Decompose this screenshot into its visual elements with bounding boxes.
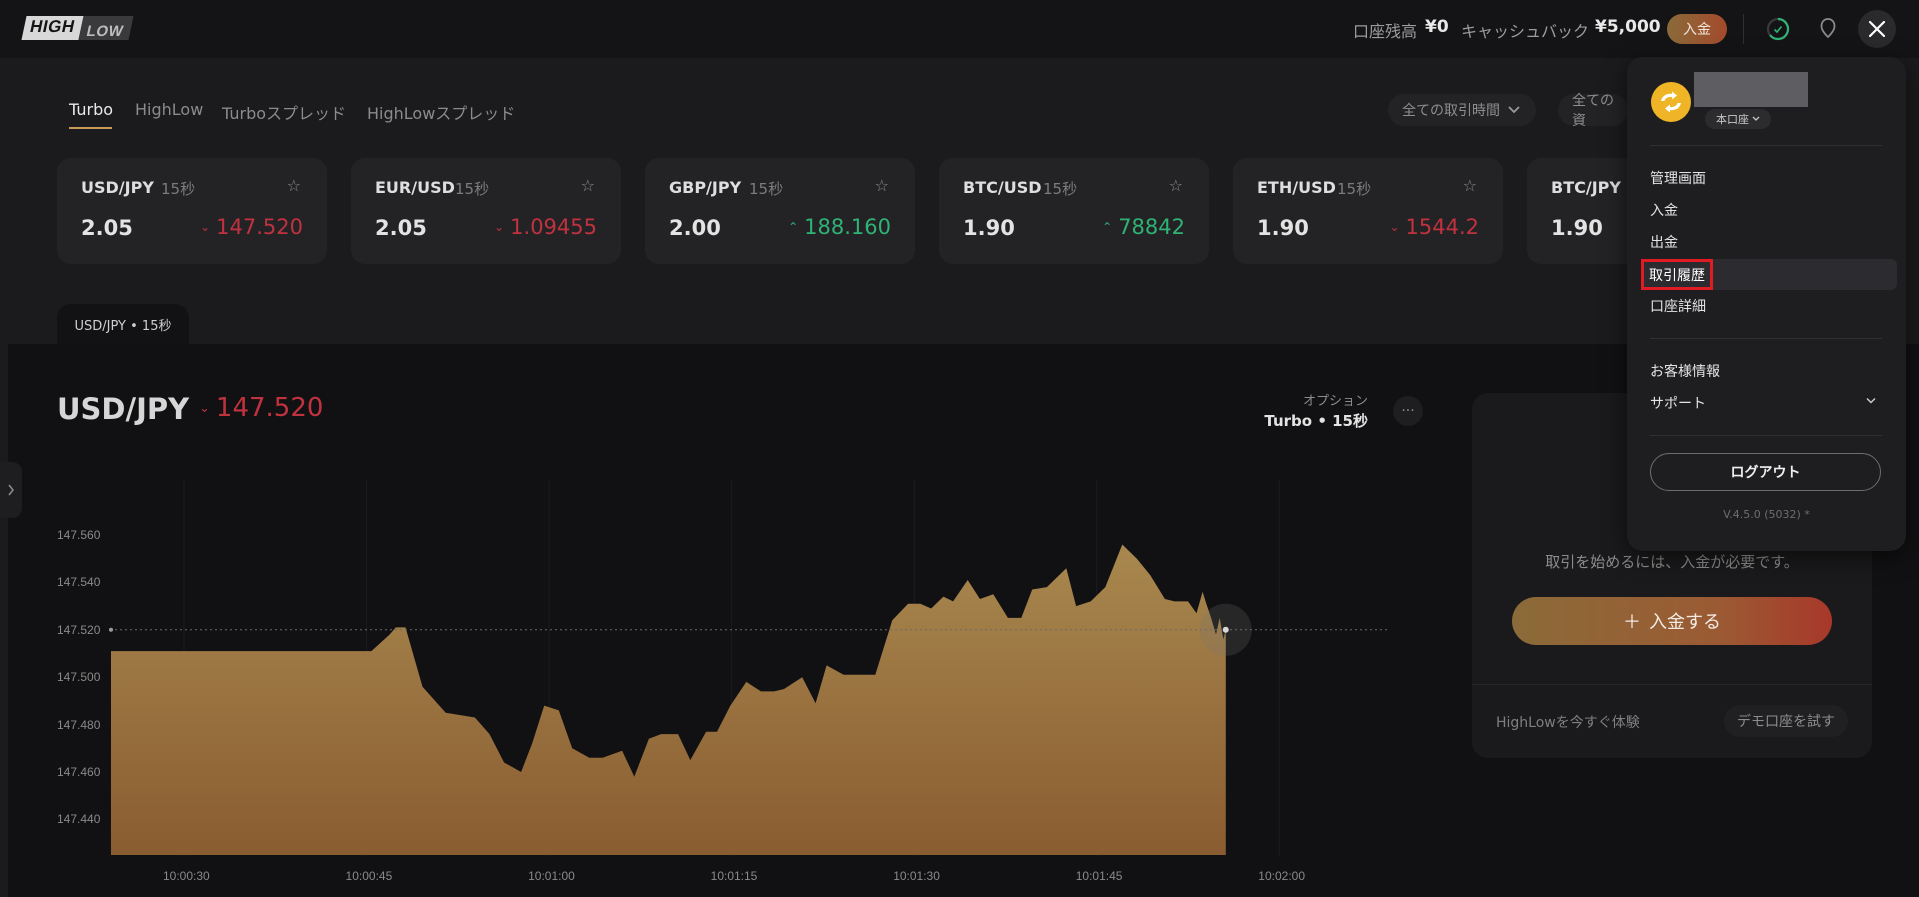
try-now-text: HighLowを今すぐ体験 — [1496, 715, 1640, 731]
y-tick-label: 147.520 — [57, 622, 101, 637]
y-tick-label: 147.540 — [57, 575, 101, 590]
x-tick-label: 10:01:00 — [528, 869, 575, 883]
x-tick-label: 10:00:30 — [163, 869, 210, 883]
deposit-now-label: 入金する — [1649, 612, 1721, 633]
y-tick-label: 147.500 — [57, 670, 101, 685]
chevron-down-icon — [1866, 397, 1876, 404]
menu-item-trade-history[interactable]: 取引履歴 — [1641, 259, 1713, 290]
menu-item-dashboard[interactable]: 管理画面 — [1650, 168, 1706, 188]
menu-item-customer-info[interactable]: お客様情報 — [1650, 361, 1720, 381]
x-tick-label: 10:01:15 — [710, 869, 758, 883]
current-price-dot — [1222, 626, 1229, 633]
y-tick-label: 147.560 — [57, 528, 101, 542]
y-tick-label: 147.480 — [57, 717, 101, 732]
x-tick-label: 10:01:45 — [1075, 869, 1123, 883]
account-type-label: 本口座 — [1716, 113, 1749, 126]
demo-account-button[interactable]: デモ口座を試す — [1724, 705, 1848, 737]
menu-divider — [1650, 145, 1882, 146]
x-tick-label: 10:00:45 — [345, 869, 393, 883]
exchange-icon — [1661, 91, 1681, 113]
avatar — [1651, 82, 1691, 122]
user-name-redacted — [1694, 72, 1808, 107]
menu-divider — [1650, 435, 1882, 436]
x-tick-label: 10:02:00 — [1258, 869, 1306, 883]
menu-item-deposit[interactable]: 入金 — [1650, 200, 1678, 220]
plus-icon: ＋ — [1623, 612, 1641, 633]
price-area-series — [110, 544, 1226, 855]
deposit-now-button[interactable]: ＋ 入金する — [1512, 597, 1832, 645]
menu-item-support[interactable]: サポート — [1650, 393, 1706, 413]
menu-divider — [1650, 338, 1882, 339]
y-tick-label: 147.460 — [57, 765, 101, 779]
price-line-start-dot — [109, 627, 113, 632]
trade-panel-subtitle: 取引を始めるには、入金が必要です。 — [1545, 553, 1799, 571]
account-type-badge[interactable]: 本口座 — [1705, 109, 1771, 129]
x-tick-label: 10:01:30 — [893, 869, 940, 883]
menu-item-account-details[interactable]: 口座詳細 — [1650, 296, 1706, 316]
logout-button[interactable]: ログアウト — [1650, 453, 1881, 491]
version-text: V.4.5.0 (5032) * — [1723, 508, 1810, 521]
chevron-down-icon — [1752, 116, 1760, 121]
trade-panel-divider — [1472, 684, 1872, 685]
y-tick-label: 147.440 — [57, 812, 101, 827]
menu-item-withdraw[interactable]: 出金 — [1650, 232, 1678, 252]
